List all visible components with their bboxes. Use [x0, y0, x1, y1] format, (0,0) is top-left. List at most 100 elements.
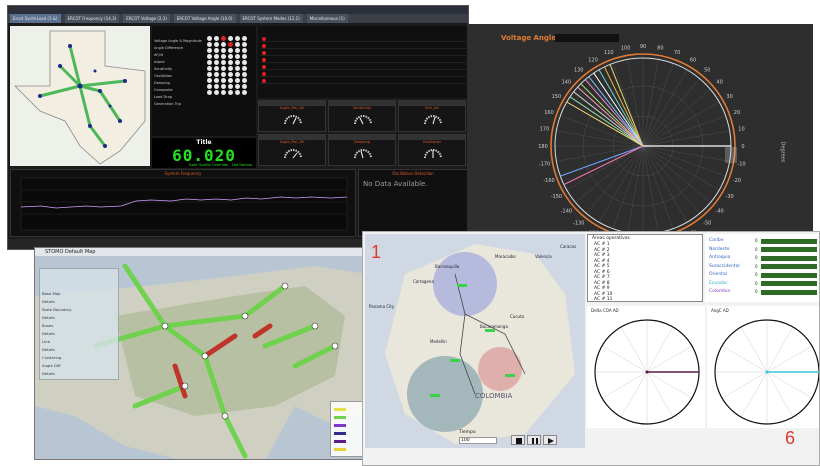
area-item[interactable]: AC # 6 — [594, 270, 610, 275]
system-frequency-chart[interactable]: System Frequency — [10, 169, 356, 237]
us-map-canvas[interactable]: Base Map Details State Boundary Details … — [35, 256, 378, 459]
polar-tick-label: 160 — [544, 110, 554, 116]
area-item[interactable]: AC # 5 — [594, 264, 610, 269]
region-label: Caribe — [709, 238, 724, 243]
area-item[interactable]: AC # 11 — [594, 297, 613, 302]
time-input[interactable] — [459, 437, 497, 444]
gauge-panel[interactable]: Angle_Pair_Dif — [258, 134, 326, 166]
voltage-angles-window: Voltage Angles 0 10 20 30 40 50 60 70 80 90 100 110… — [467, 24, 813, 234]
region-level-bar — [761, 247, 817, 252]
area-item[interactable]: AC # 1 — [594, 242, 610, 247]
alarm-row[interactable] — [260, 78, 466, 84]
polar-tick-label: -30 — [726, 194, 734, 200]
layer-item[interactable]: Buses — [42, 323, 53, 328]
layer-item[interactable]: Details — [42, 331, 55, 336]
alarm-row[interactable] — [260, 64, 466, 70]
alarm-row[interactable] — [260, 43, 466, 49]
alarm-status-dot — [242, 78, 247, 83]
layer-item[interactable]: Clustering — [42, 355, 61, 360]
tab-voltage[interactable]: ERCOT Voltage (2,3) — [123, 14, 170, 23]
alarm-status-dot — [235, 90, 240, 95]
polar-tick-label: -170 — [539, 161, 550, 167]
area-item[interactable]: AC # 4 — [594, 259, 610, 264]
polar-tick-label: 180 — [538, 144, 548, 150]
polar-tick-label: 40 — [716, 80, 722, 86]
alarm-status-dot — [242, 36, 247, 41]
area-item[interactable]: AC # 10 — [594, 292, 613, 297]
polar-tick-label: 140 — [562, 80, 572, 86]
alarm-status-dot — [228, 36, 233, 41]
gauge-panel[interactable]: Hmi_Anl — [398, 100, 466, 132]
play-button[interactable] — [543, 435, 557, 445]
gauge-panel[interactable]: Angle_Pair_Dif — [258, 100, 326, 132]
region-indicators: Caribe 0 Nordeste 0 Antioquia 0 Suroccidental 0… — [705, 234, 819, 302]
alarm-indicator-icon — [262, 65, 266, 69]
panel-number-1: 1 — [371, 242, 382, 262]
tab-system-modes[interactable]: ERCOT System Modes (12,1) — [239, 14, 303, 23]
area-item[interactable]: AC # 3 — [594, 253, 610, 258]
gauge-panel[interactable]: Damping — [328, 134, 396, 166]
gauge-title: Hmi_Anl — [424, 106, 440, 110]
area-item[interactable]: AC # 2 — [594, 248, 610, 253]
layer-item[interactable]: Details — [42, 347, 55, 352]
tab-miscellaneous[interactable]: Miscellaneous (1) — [306, 14, 348, 23]
alarm-list[interactable] — [258, 26, 468, 98]
alarm-row[interactable] — [260, 50, 466, 56]
alarm-status-dot — [207, 48, 212, 53]
layer-item[interactable]: Details — [42, 299, 55, 304]
voltage-phasor-line — [573, 91, 644, 147]
layer-item[interactable]: Base Map — [42, 291, 60, 296]
layer-item[interactable]: Details — [42, 371, 55, 376]
phasor-spoke — [601, 371, 648, 399]
region-label: Oriental — [709, 272, 728, 277]
pause-button[interactable] — [527, 435, 541, 445]
alarm-row[interactable] — [260, 57, 466, 63]
operating-areas-list[interactable]: Áreas operativas AC # 1 AC # 2 AC # 3 AC… — [587, 234, 703, 302]
area-item[interactable]: AC # 7 — [594, 275, 610, 280]
area-item[interactable]: AC # 8 — [594, 281, 610, 286]
alarm-status-dot — [221, 36, 226, 41]
texas-map[interactable] — [10, 26, 150, 166]
alarm-indicator-icon — [262, 37, 266, 41]
region-level-bar — [761, 238, 817, 244]
frequency-quality-note: Data Quality Overrider - Not Normal — [188, 163, 252, 167]
alarm-status-dot — [214, 42, 219, 47]
layer-item[interactable]: State Boundary — [42, 307, 72, 312]
alarm-row[interactable] — [260, 71, 466, 77]
phasor-spoke — [766, 326, 794, 373]
alarm-status-dot — [242, 84, 247, 89]
tab-frequency[interactable]: ERCOT Frequency (14,3) — [64, 14, 120, 23]
legend-swatch — [334, 424, 346, 427]
polar-tick-label: 60 — [690, 57, 696, 63]
stop-button[interactable] — [511, 435, 525, 445]
layer-item[interactable]: Details — [42, 315, 55, 320]
tab-voltage-angle[interactable]: ERCOT Voltage Angle (10,0) — [173, 14, 236, 23]
layer-item[interactable]: Angle Diff — [42, 363, 61, 368]
phasor-panel-left: Delta COA AD — [587, 306, 705, 428]
gauge-title: Sensitivity — [352, 106, 372, 110]
gauge-panel[interactable]: Oscillation — [398, 134, 466, 166]
tab-system-load[interactable]: Ercot SyslmLoad (3 &) — [10, 14, 61, 23]
gauge-title: Angle_Pair_Dif — [279, 140, 305, 144]
colombia-map[interactable]: Barranquilla Cartagena Panama City Medel… — [365, 234, 585, 448]
alarm-status-dot — [221, 42, 226, 47]
layer-item[interactable]: Line — [42, 339, 50, 344]
alarm-row[interactable] — [260, 36, 466, 42]
alarm-label: dF/dt — [154, 53, 164, 57]
voltage-angles-selector[interactable] — [555, 34, 619, 42]
phasor-spoke — [721, 345, 768, 373]
us-map-title: STOMO Default Map — [35, 248, 378, 256]
alarm-status-dot — [235, 84, 240, 89]
gauge-panel[interactable]: Sensitivity — [328, 100, 396, 132]
region-value: 0 — [755, 272, 758, 277]
alarm-label: Oscillation — [154, 74, 173, 78]
polar-tick-label: 100 — [621, 46, 631, 52]
alarm-status-dot — [214, 72, 219, 77]
gauge-title: Angle_Pair_Dif — [279, 106, 305, 110]
polar-tick-label: 20 — [734, 110, 740, 116]
alarm-status-dot — [207, 84, 212, 89]
alarm-status-dot — [214, 78, 219, 83]
area-item[interactable]: AC # 9 — [594, 286, 610, 291]
polar-tick-label: -160 — [543, 178, 554, 184]
layer-panel[interactable]: Base Map Details State Boundary Details … — [39, 268, 119, 380]
